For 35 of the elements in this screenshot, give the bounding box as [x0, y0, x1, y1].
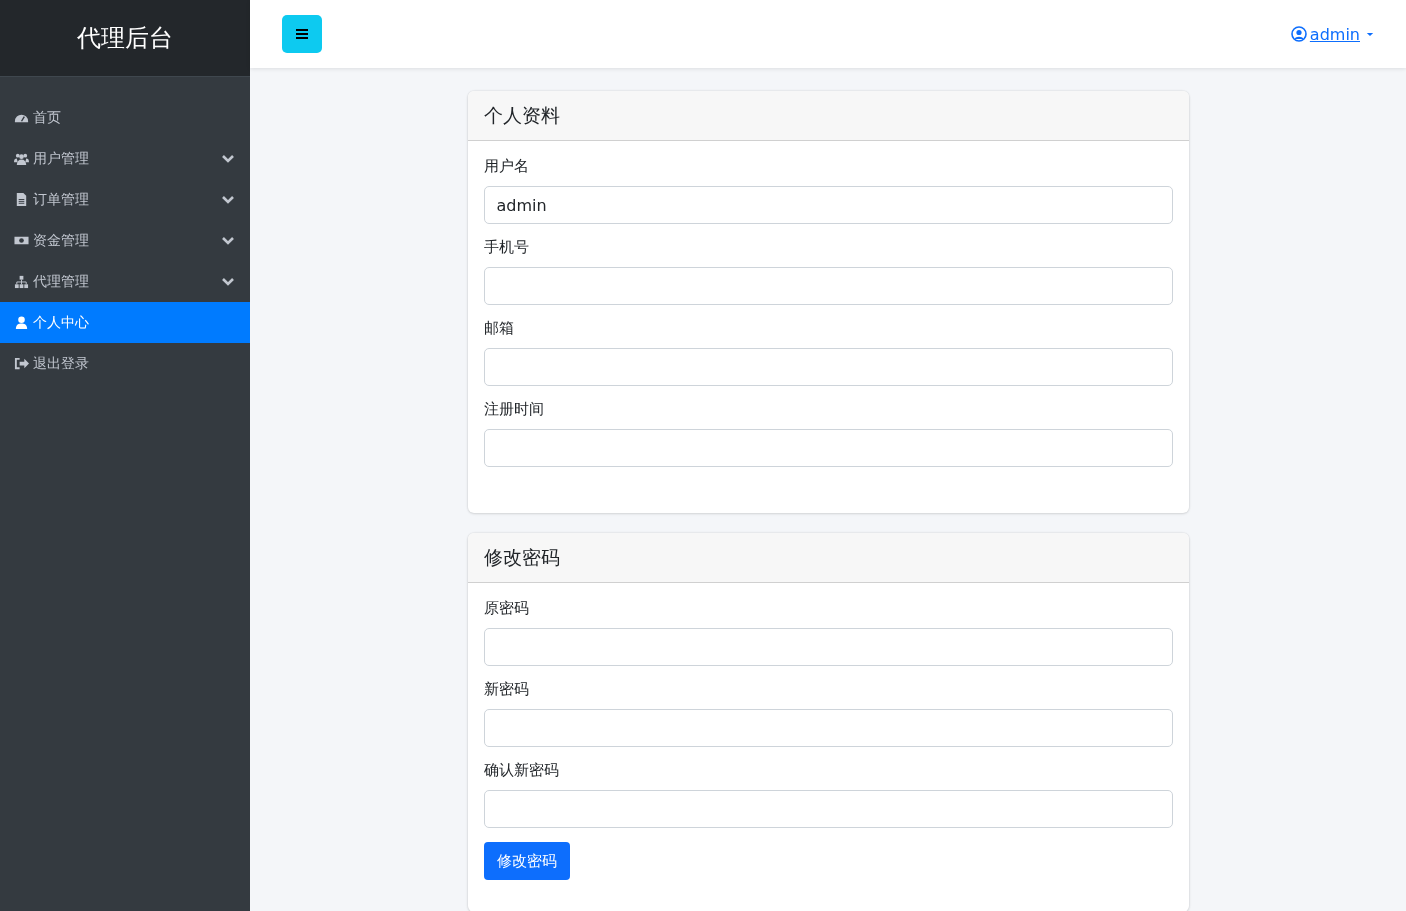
user-icon: [14, 315, 29, 330]
nav-item[interactable]: 代理管理: [0, 261, 250, 302]
input-field[interactable]: [483, 267, 1173, 305]
user-circle-icon: [1290, 26, 1307, 42]
menu-toggle-button[interactable]: [282, 15, 322, 53]
caret-icon: [1366, 31, 1374, 37]
field-label: 用户名: [483, 157, 529, 176]
sitemap-icon: [14, 274, 29, 289]
submit-button[interactable]: 修改密码: [483, 842, 570, 880]
input-field[interactable]: [483, 709, 1173, 747]
sign-out-icon: [14, 356, 29, 371]
input-field[interactable]: [483, 628, 1173, 666]
user-menu-link[interactable]: admin: [1290, 24, 1374, 44]
document-icon: [14, 192, 29, 207]
nav-item[interactable]: 退出登录: [0, 343, 250, 384]
nav-item[interactable]: 用户管理: [0, 138, 250, 179]
nav-item[interactable]: 首页: [0, 97, 250, 138]
field-label: 新密码: [483, 680, 529, 699]
field-label: 确认新密码: [483, 761, 559, 780]
card-title: 修改密码: [483, 544, 560, 570]
users-icon: [14, 151, 29, 166]
nav-item[interactable]: 个人中心: [0, 302, 250, 343]
nav-item[interactable]: 订单管理: [0, 179, 250, 220]
field-label: 邮箱: [483, 319, 514, 338]
input-field[interactable]: [483, 348, 1173, 386]
input-field[interactable]: admin: [483, 186, 1173, 224]
nav-item[interactable]: 资金管理: [0, 220, 250, 261]
menu-icon: [296, 29, 308, 39]
card-title: 个人资料: [483, 102, 560, 128]
field-label: 手机号: [483, 238, 529, 257]
input-field[interactable]: [483, 429, 1173, 467]
brand-title: 代理后台: [77, 23, 173, 54]
field-label: 原密码: [483, 599, 529, 618]
input-field[interactable]: [483, 790, 1173, 828]
field-label: 注册时间: [483, 400, 544, 419]
